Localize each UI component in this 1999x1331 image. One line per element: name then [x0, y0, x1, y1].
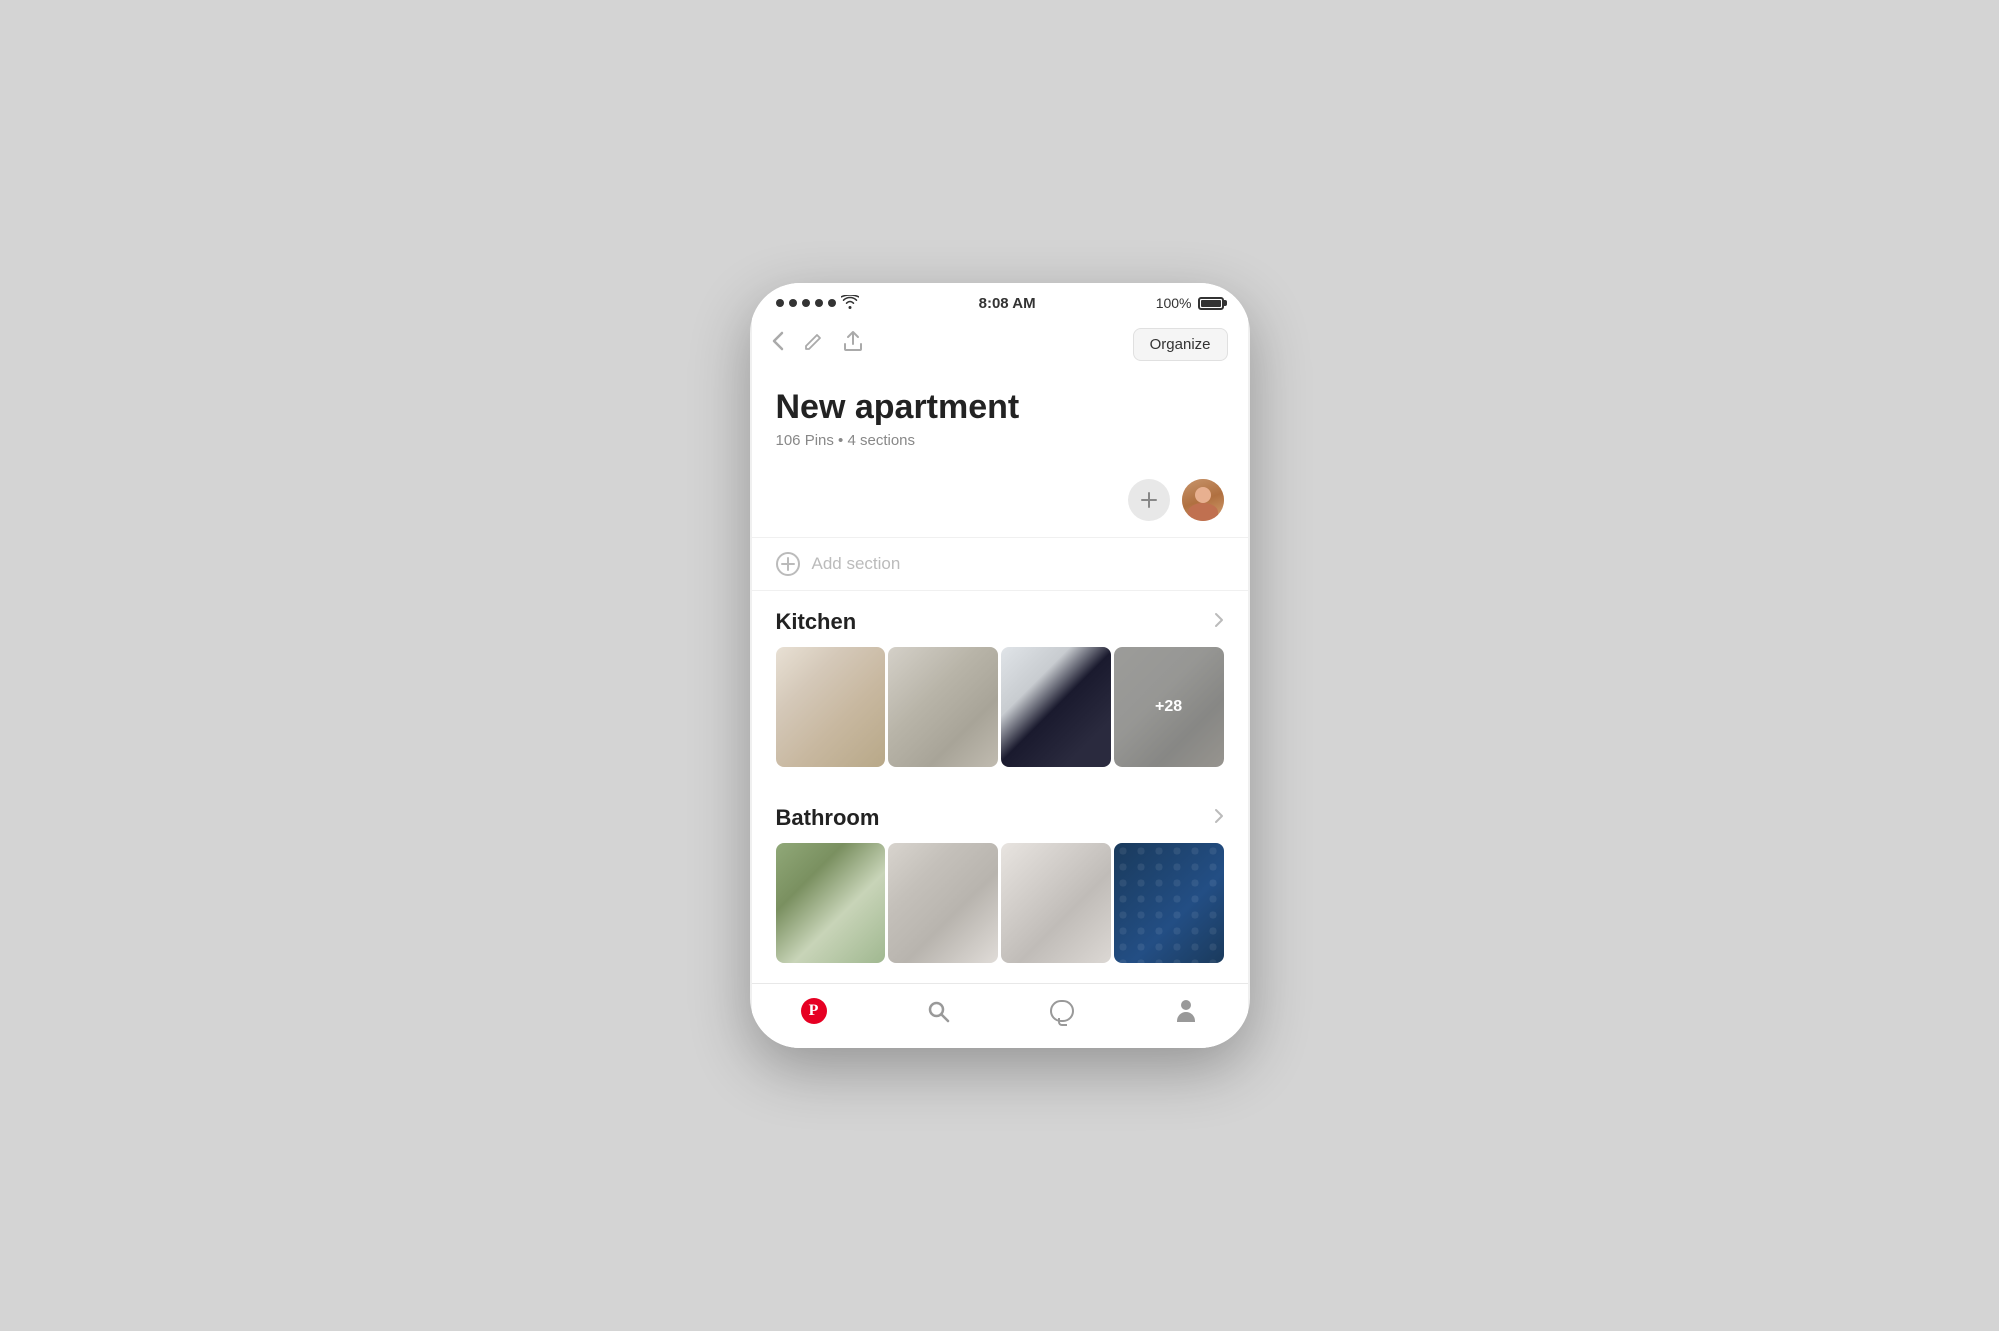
bathroom-image-1[interactable]	[776, 843, 886, 963]
organize-button[interactable]: Organize	[1133, 328, 1228, 361]
bathroom-image-4[interactable]	[1114, 843, 1224, 963]
phone-screen: 8:08 AM 100%	[752, 283, 1248, 1048]
back-button[interactable]	[772, 331, 784, 357]
bathroom-image-2[interactable]	[888, 843, 998, 963]
nav-left-actions	[772, 330, 864, 358]
battery-area: 100%	[1156, 295, 1224, 311]
avatar[interactable]	[1182, 479, 1224, 521]
kitchen-image-2-bg	[888, 647, 998, 767]
kitchen-image-3-bg	[1001, 647, 1111, 767]
bathroom-chevron-icon	[1214, 808, 1224, 829]
nav-item-search[interactable]	[876, 994, 1000, 1028]
more-overlay: +28	[1114, 647, 1224, 767]
board-title: New apartment	[776, 389, 1224, 426]
add-pin-button[interactable]	[1128, 479, 1170, 521]
signal-area	[776, 295, 859, 312]
person-head	[1181, 1000, 1191, 1010]
battery-icon	[1198, 297, 1224, 310]
bathroom-image-4-bg	[1114, 843, 1224, 963]
signal-dot-3	[802, 299, 810, 307]
add-section-label: Add section	[812, 554, 901, 574]
share-button[interactable]	[842, 330, 864, 358]
kitchen-image-grid: +28	[752, 647, 1248, 787]
battery-percent: 100%	[1156, 295, 1192, 311]
kitchen-chevron-icon	[1214, 612, 1224, 633]
search-icon	[926, 999, 950, 1023]
board-content: New apartment 106 Pins • 4 sections	[752, 373, 1248, 449]
status-time: 8:08 AM	[979, 295, 1036, 312]
action-row	[752, 469, 1248, 537]
kitchen-image-2[interactable]	[888, 647, 998, 767]
bathroom-section: Bathroom	[752, 789, 1248, 983]
signal-dot-5	[828, 299, 836, 307]
signal-dot-1	[776, 299, 784, 307]
signal-dot-4	[815, 299, 823, 307]
signal-dot-2	[789, 299, 797, 307]
bathroom-image-2-bg	[888, 843, 998, 963]
battery-fill	[1201, 300, 1221, 307]
wifi-icon	[841, 295, 859, 312]
add-section-row[interactable]: Add section	[752, 537, 1248, 591]
person-body	[1177, 1012, 1195, 1022]
kitchen-section-header[interactable]: Kitchen	[752, 593, 1248, 647]
nav-bar: Organize	[752, 320, 1248, 373]
add-section-icon	[776, 552, 800, 576]
bathroom-image-grid	[752, 843, 1248, 983]
kitchen-section-title: Kitchen	[776, 609, 857, 635]
bathroom-section-header[interactable]: Bathroom	[752, 789, 1248, 843]
kitchen-image-4-more[interactable]: +28	[1114, 647, 1224, 767]
avatar-image	[1182, 479, 1224, 521]
home-icon: P	[801, 998, 827, 1024]
kitchen-image-1-bg	[776, 647, 886, 767]
edit-button[interactable]	[804, 333, 822, 356]
phone-frame: 8:08 AM 100%	[750, 283, 1250, 1048]
kitchen-section: Kitchen	[752, 593, 1248, 787]
messages-icon	[1050, 1000, 1074, 1022]
nav-item-messages[interactable]	[1000, 994, 1124, 1028]
bathroom-image-3[interactable]	[1001, 843, 1111, 963]
nav-item-profile[interactable]	[1124, 994, 1248, 1028]
more-count-label: +28	[1155, 698, 1182, 716]
kitchen-image-1[interactable]	[776, 647, 886, 767]
bathroom-section-title: Bathroom	[776, 805, 880, 831]
bathroom-image-3-bg	[1001, 843, 1111, 963]
bathroom-image-1-bg	[776, 843, 886, 963]
board-meta: 106 Pins • 4 sections	[776, 432, 1224, 449]
kitchen-image-3[interactable]	[1001, 647, 1111, 767]
profile-icon	[1177, 1000, 1195, 1022]
status-bar: 8:08 AM 100%	[752, 283, 1248, 320]
nav-item-home[interactable]: P	[752, 994, 876, 1028]
bottom-nav: P	[752, 983, 1248, 1048]
